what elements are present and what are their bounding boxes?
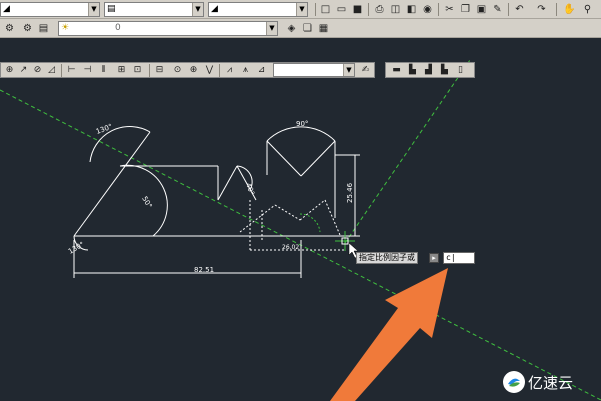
- center-mark-icon[interactable]: ⋁: [203, 63, 216, 77]
- dim-label: 40°: [244, 182, 256, 196]
- toolbar-row-standard: ◢ ▼ ▤ ▼ ◢ ▼ □ ▭ ■ ⎙ ◫ ◧ ◉ ✂ ❐ ▣ ✎ ↶ ↷ ✋: [0, 0, 601, 19]
- baseline-icon[interactable]: ⊟: [153, 63, 166, 77]
- preview-arc: [299, 213, 321, 233]
- dim-label: 130°: [67, 240, 86, 255]
- ordinate-icon[interactable]: ◿: [45, 63, 58, 77]
- dim-label: 130°: [95, 123, 114, 136]
- layer-copy-icon[interactable]: ❏: [300, 21, 315, 36]
- open-icon[interactable]: ▭: [334, 2, 349, 17]
- new-icon[interactable]: □: [318, 2, 333, 17]
- separator: [556, 3, 557, 16]
- continue-icon[interactable]: ⊙: [171, 63, 184, 77]
- quick-dim-icon[interactable]: ⊡: [131, 63, 144, 77]
- cut-icon[interactable]: ✂: [442, 2, 457, 17]
- aligned-dim-icon[interactable]: ↗: [17, 63, 30, 77]
- style-combo[interactable]: ▤ ▼: [104, 2, 204, 17]
- dim-text-3-icon[interactable]: ▟: [422, 63, 435, 77]
- layer-combo[interactable]: ◢ ▼: [0, 2, 100, 17]
- chevron-down-icon[interactable]: ▼: [266, 22, 277, 35]
- style-icon: ▤: [107, 4, 116, 14]
- separator: [315, 3, 316, 16]
- chevron-down-icon[interactable]: ▼: [296, 3, 307, 16]
- command-options-button[interactable]: ▸: [429, 253, 439, 263]
- layer-icon: ◢: [3, 4, 10, 14]
- cloud-logo-icon: [504, 372, 524, 392]
- preview-icon[interactable]: ◫: [388, 2, 403, 17]
- separator: [508, 3, 509, 16]
- annotation-arrow: [330, 268, 448, 401]
- watermark: 亿速云: [503, 371, 593, 395]
- separator: [149, 64, 150, 77]
- diameter-icon[interactable]: ⫴: [97, 63, 110, 77]
- pan-icon[interactable]: ✋: [562, 2, 577, 17]
- separator: [219, 64, 220, 77]
- paste-icon[interactable]: ▣: [474, 2, 489, 17]
- preview-geometry: [239, 199, 345, 251]
- dim-label: 26.02: [282, 244, 299, 251]
- save-icon[interactable]: ■: [350, 2, 365, 17]
- plot-icon[interactable]: ◉: [420, 2, 435, 17]
- chevron-down-icon[interactable]: ▼: [192, 3, 203, 16]
- geometry: [73, 126, 360, 278]
- separator: [438, 3, 439, 16]
- plot-style-combo[interactable]: ◢ ▼: [208, 2, 308, 17]
- dim-text-1-icon[interactable]: ▬: [390, 63, 403, 77]
- dim-label: 25.46: [346, 182, 354, 203]
- match-icon[interactable]: ✎: [490, 2, 505, 17]
- print-icon[interactable]: ⎙: [372, 2, 387, 17]
- dim-text-4-icon[interactable]: ▙: [438, 63, 451, 77]
- layer-manager-icon[interactable]: ⚙: [2, 21, 17, 36]
- dimedit-icon[interactable]: ⊿: [255, 63, 268, 77]
- publish-icon[interactable]: ◧: [404, 2, 419, 17]
- dimension-toolbar: ⊕ ↗ ⊘ ◿ ⊢ ⊣ ⫴ ⊞ ⊡ ⊟ ⊙ ⊕ ⋁ ⩘ ⩚ ⊿ ▼ ✍: [0, 62, 375, 78]
- update-icon[interactable]: ✍: [359, 63, 372, 77]
- layer-iso-icon[interactable]: ▦: [316, 21, 331, 36]
- jogged-linear-icon[interactable]: ⩚: [239, 63, 252, 77]
- layer-prev-icon[interactable]: ▤: [36, 21, 51, 36]
- arc-length-icon[interactable]: ⊘: [31, 63, 44, 77]
- undo-icon[interactable]: ↶: [512, 2, 527, 17]
- toolbar-row-layers: ⚙ ⚙ ▤ ☀ 0 ▼ ◈ ❏ ▦: [0, 19, 601, 38]
- angular-icon[interactable]: ⊞: [115, 63, 128, 77]
- copy-icon[interactable]: ❐: [458, 2, 473, 17]
- layer-state-combo[interactable]: ☀ 0 ▼: [58, 21, 278, 36]
- tolerance-icon[interactable]: ⊕: [187, 63, 200, 77]
- linear-dim-icon[interactable]: ⊕: [3, 63, 16, 77]
- separator: [61, 64, 62, 77]
- radius-icon[interactable]: ⊢: [65, 63, 78, 77]
- chevron-down-icon[interactable]: ▼: [88, 3, 99, 16]
- plot-style-icon: ◢: [211, 4, 218, 14]
- dim-label: 82.51: [194, 266, 214, 274]
- toolbar-area: ◢ ▼ ▤ ▼ ◢ ▼ □ ▭ ■ ⎙ ◫ ◧ ◉ ✂ ❐ ▣ ✎ ↶ ↷ ✋: [0, 0, 601, 38]
- dim-label: 50°: [140, 195, 153, 210]
- dim-label: 90°: [296, 120, 308, 128]
- text-toolbar: ▬ ▙ ▟ ▙ ▯: [385, 62, 475, 78]
- command-prompt: 指定比例因子或: [356, 252, 418, 264]
- separator: [368, 3, 369, 16]
- drawing-canvas[interactable]: 130° 50° 130° 90° 40° 25.46 82.51 26.02 …: [0, 38, 601, 401]
- lightbulb-icon: ☀: [61, 23, 70, 33]
- zoom-icon[interactable]: ⚲: [580, 2, 595, 17]
- drawing-svg: 130° 50° 130° 90° 40° 25.46 82.51 26.02: [0, 59, 601, 401]
- chevron-down-icon[interactable]: ▼: [343, 64, 354, 76]
- dim-style-combo[interactable]: ▼: [273, 63, 355, 77]
- redo-icon[interactable]: ↷: [534, 2, 549, 17]
- inspection-icon[interactable]: ⩘: [223, 63, 236, 77]
- dim-text-5-icon[interactable]: ▯: [454, 63, 467, 77]
- axis-line: [344, 59, 471, 244]
- jogged-icon[interactable]: ⊣: [81, 63, 94, 77]
- command-input[interactable]: c|: [443, 252, 475, 264]
- watermark-text: 亿速云: [528, 374, 574, 392]
- match-layer-icon[interactable]: ◈: [284, 21, 299, 36]
- layer-state-icon[interactable]: ⚙: [20, 21, 35, 36]
- dim-text-2-icon[interactable]: ▙: [406, 63, 419, 77]
- watermark-logo-icon: [503, 371, 525, 393]
